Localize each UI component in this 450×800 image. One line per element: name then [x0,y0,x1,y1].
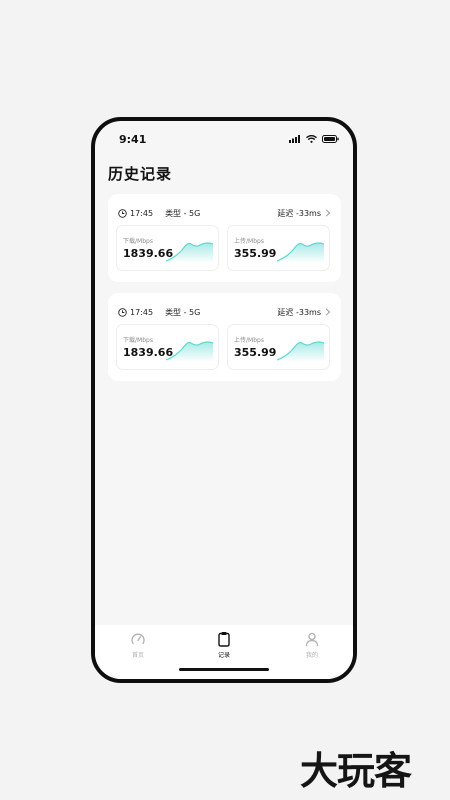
download-sparkline [166,242,214,262]
chevron-right-icon[interactable] [325,308,331,316]
download-metric: 下载/Mbps 1839.66 [116,324,219,370]
upload-metric: 上传/Mbps 355.99 [227,225,330,271]
user-icon [305,632,319,647]
status-bar: 9:41 [95,121,353,157]
screenshot-page: 9:41 历史记录 17:45 类型 - 5G 延迟 -33ms 下载/Mbps… [0,0,450,800]
speedometer-icon [131,633,145,645]
tab-records[interactable]: 记录 [199,631,249,661]
upload-sparkline [277,341,325,361]
wifi-icon [306,135,317,143]
status-time: 9:41 [119,133,147,146]
upload-sparkline [277,242,325,262]
record-header: 17:45 类型 - 5G 延迟 -33ms [118,306,331,318]
tab-profile[interactable]: 我的 [287,631,337,661]
record-latency: 延迟 -33ms [277,307,321,317]
tab-home-label: 首页 [131,652,144,659]
download-metric: 下载/Mbps 1839.66 [116,225,219,271]
clipboard-icon [218,632,230,647]
upload-metric: 上传/Mbps 355.99 [227,324,330,370]
tab-profile-label: 我的 [305,652,318,659]
record-time: 17:45 [130,208,154,218]
tab-bar: 首页 记录 我的 [95,625,353,679]
battery-icon [322,135,339,143]
clock-icon [118,208,127,218]
phone-frame: 9:41 历史记录 17:45 类型 - 5G 延迟 -33ms 下载/Mbps… [91,117,357,683]
home-indicator [179,668,269,671]
record-card[interactable]: 17:45 类型 - 5G 延迟 -33ms 下载/Mbps 1839.66 上… [108,194,341,282]
record-time: 17:45 [130,307,154,317]
download-label: 下载/Mbps [123,238,153,245]
record-header: 17:45 类型 - 5G 延迟 -33ms [118,207,331,219]
upload-label: 上传/Mbps [234,337,264,344]
signal-icon [289,135,300,143]
record-type: 类型 - 5G [165,208,201,218]
record-card[interactable]: 17:45 类型 - 5G 延迟 -33ms 下载/Mbps 1839.66 上… [108,293,341,381]
upload-value: 355.99 [234,247,277,260]
download-label: 下载/Mbps [123,337,153,344]
tab-home[interactable]: 首页 [113,631,163,661]
record-type: 类型 - 5G [165,307,201,317]
clock-icon [118,307,127,317]
tab-records-label: 记录 [217,652,230,659]
record-latency: 延迟 -33ms [277,208,321,218]
download-sparkline [166,341,214,361]
upload-label: 上传/Mbps [234,238,264,245]
chevron-right-icon[interactable] [325,209,331,217]
status-icons [289,135,339,143]
upload-value: 355.99 [234,346,277,359]
watermark-logo: 大玩客 [300,749,412,793]
page-title: 历史记录 [108,165,173,183]
